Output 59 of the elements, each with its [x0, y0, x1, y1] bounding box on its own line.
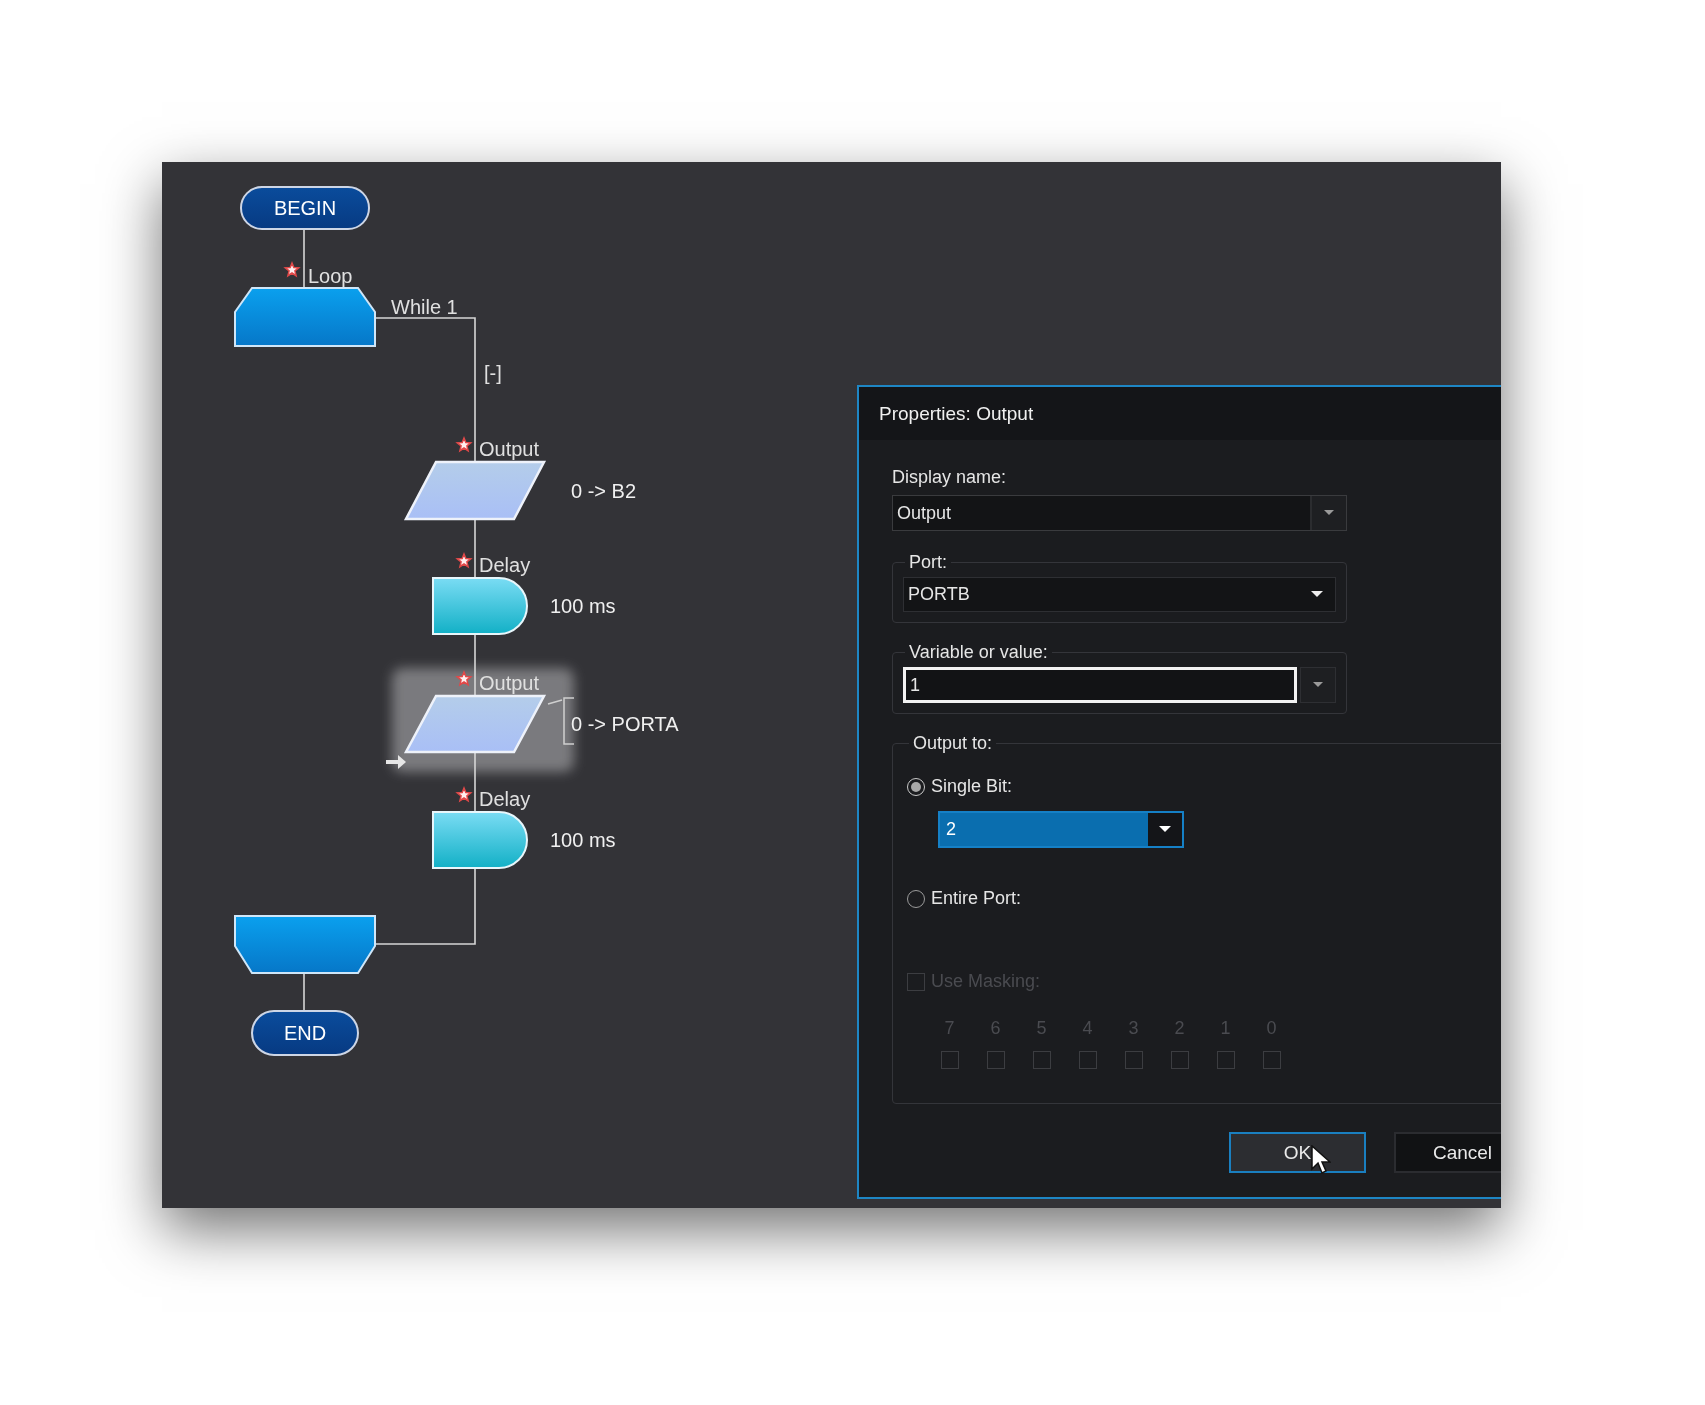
arrow-icon: [386, 755, 406, 769]
caret-icon: [1324, 510, 1334, 516]
field-label: Display name:: [892, 466, 1008, 488]
star-icon: [455, 785, 473, 803]
caret-icon: [1311, 591, 1323, 598]
checkbox[interactable]: [1216, 1051, 1235, 1069]
group-label: Port:: [908, 551, 948, 573]
value-input[interactable]: 1: [903, 667, 1297, 703]
cancel-button[interactable]: Cancel: [1394, 1132, 1501, 1173]
block-detail: 0 -> PORTA: [571, 713, 679, 735]
terminal-label: BEGIN: [273, 197, 337, 219]
display-name-field[interactable]: Output: [892, 495, 1347, 531]
connector-line: [303, 972, 305, 1012]
star-icon: [455, 551, 473, 569]
ok-button[interactable]: OK: [1229, 1132, 1366, 1173]
dropdown-button[interactable]: [1300, 667, 1336, 703]
output-block[interactable]: [403, 460, 547, 521]
dropdown-button[interactable]: [1310, 496, 1346, 530]
connector-line: [474, 751, 476, 813]
caret-icon: [1313, 682, 1323, 688]
connector-line: [303, 228, 305, 289]
group-label: Output to:: [912, 732, 994, 754]
terminal-block[interactable]: [240, 186, 370, 230]
star-icon: [283, 260, 301, 278]
star-icon: [455, 435, 473, 453]
checkbox[interactable]: [1124, 1051, 1143, 1069]
checkbox[interactable]: [986, 1051, 1005, 1069]
block-detail: 100 ms: [550, 595, 616, 617]
group-label: Variable or value:: [908, 641, 1049, 663]
checkbox[interactable]: [1078, 1051, 1097, 1069]
dialog-title: Properties: Output: [879, 402, 1034, 425]
delay-block[interactable]: [432, 577, 528, 635]
block-label: Output: [479, 672, 540, 694]
block-label: Delay: [479, 554, 531, 576]
loop-block[interactable]: [234, 287, 376, 347]
star-icon: [455, 669, 473, 687]
connector-line: [474, 633, 476, 697]
caret-icon: [1159, 826, 1171, 833]
block-detail: 100 ms: [550, 829, 616, 851]
block-label: Loop: [308, 265, 353, 287]
checkbox[interactable]: [1262, 1051, 1281, 1069]
terminal-block[interactable]: [251, 1010, 359, 1056]
radio-label[interactable]: Single Bit:: [931, 776, 1013, 797]
checkbox[interactable]: [940, 1051, 959, 1069]
block-label: Output: [479, 438, 540, 460]
block-detail: 0 -> B2: [571, 479, 637, 502]
checkbox[interactable]: [1170, 1051, 1189, 1069]
loop-end-block[interactable]: [234, 915, 376, 974]
block-label: Delay: [479, 788, 531, 810]
radio-label[interactable]: Entire Port:: [931, 888, 1022, 909]
loop-condition: While 1: [391, 296, 458, 318]
collapse-toggle[interactable]: [-]: [484, 362, 502, 384]
cursor-icon: [1311, 1145, 1331, 1175]
checkbox[interactable]: [1032, 1051, 1051, 1069]
bit-dropdown[interactable]: 2: [938, 811, 1184, 848]
connector-line: [474, 518, 476, 579]
terminal-label: END: [283, 1022, 327, 1044]
port-dropdown[interactable]: PORTB: [903, 577, 1336, 612]
delay-block[interactable]: [432, 811, 528, 869]
